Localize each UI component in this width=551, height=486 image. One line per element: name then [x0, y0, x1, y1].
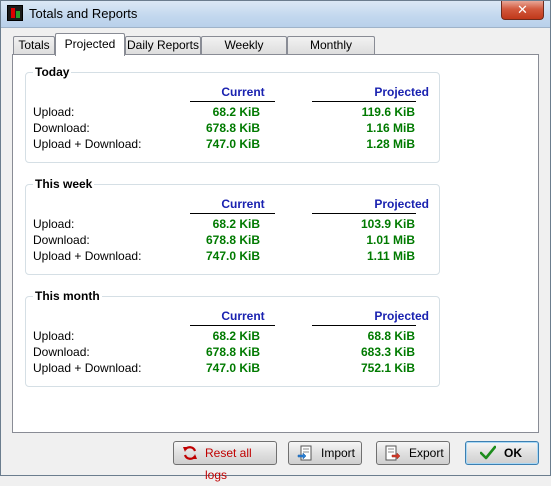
group-this-week: This week Current Projected Upload: Down…: [25, 177, 440, 275]
upload-projected-value: 103.9 KiB: [360, 217, 415, 231]
divider-line: [190, 101, 275, 102]
column-header-current: Current: [221, 197, 265, 211]
upload-projected-value: 119.6 KiB: [361, 105, 415, 119]
total-current-value: 747.0 KiB: [205, 249, 260, 263]
divider-line: [312, 325, 416, 326]
tab-daily-reports[interactable]: Daily Reports: [125, 36, 201, 55]
download-current-value: 678.8 KiB: [205, 121, 260, 135]
group-today: Today Current Projected Upload: Download…: [25, 65, 440, 163]
total-projected-value: 752.1 KiB: [360, 361, 415, 375]
total-current-value: 747.0 KiB: [205, 361, 260, 375]
row-label-upload: Upload:: [33, 217, 75, 231]
column-header-current: Current: [221, 309, 265, 323]
upload-projected-value: 68.8 KiB: [367, 329, 415, 343]
import-icon: [297, 445, 312, 461]
import-button[interactable]: Import: [288, 441, 362, 465]
reset-button-label: Reset all logs: [205, 446, 252, 482]
column-header-current: Current: [221, 85, 265, 99]
row-label-download: Download:: [33, 345, 90, 359]
upload-current-value: 68.2 KiB: [212, 105, 260, 119]
export-button-label: Export: [409, 446, 444, 460]
row-label-download: Download:: [33, 233, 90, 247]
export-button[interactable]: Export: [376, 441, 450, 465]
row-label-total: Upload + Download:: [33, 361, 142, 375]
group-title: Today: [33, 65, 72, 79]
tab-monthly-reports[interactable]: Monthly Reports: [287, 36, 375, 69]
tab-weekly-reports[interactable]: Weekly Reports: [201, 36, 287, 69]
column-header-projected: Projected: [374, 85, 429, 99]
divider-line: [312, 213, 416, 214]
checkmark-icon: [480, 445, 496, 460]
row-label-upload: Upload:: [33, 105, 75, 119]
row-label-total: Upload + Download:: [33, 249, 142, 263]
title-bar[interactable]: Totals and Reports ✕: [1, 1, 550, 28]
close-button[interactable]: ✕: [501, 1, 544, 20]
total-projected-value: 1.11 MiB: [366, 249, 415, 263]
column-header-projected: Projected: [374, 309, 429, 323]
reset-all-logs-button[interactable]: Reset all logs: [173, 441, 277, 482]
tab-totals[interactable]: Totals: [13, 36, 55, 55]
row-label-total: Upload + Download:: [33, 137, 142, 151]
group-this-month: This month Current Projected Upload: Dow…: [25, 289, 440, 387]
refresh-icon: [183, 446, 197, 460]
divider-line: [190, 213, 275, 214]
download-projected-value: 1.16 MiB: [366, 121, 415, 135]
ok-button[interactable]: OK: [465, 441, 539, 465]
row-label-upload: Upload:: [33, 329, 75, 343]
download-current-value: 678.8 KiB: [205, 345, 260, 359]
upload-current-value: 68.2 KiB: [212, 217, 260, 231]
download-current-value: 678.8 KiB: [205, 233, 260, 247]
download-projected-value: 683.3 KiB: [360, 345, 415, 359]
divider-line: [312, 101, 416, 102]
total-current-value: 747.0 KiB: [205, 137, 260, 151]
group-title: This month: [33, 289, 102, 303]
column-header-projected: Projected: [374, 197, 429, 211]
divider-line: [190, 325, 275, 326]
upload-current-value: 68.2 KiB: [212, 329, 260, 343]
tab-projected[interactable]: Projected: [55, 33, 125, 56]
total-projected-value: 1.28 MiB: [366, 137, 415, 151]
export-icon: [385, 445, 401, 461]
totals-and-reports-window: Totals and Reports ✕ Totals Projected Da…: [0, 0, 551, 482]
ok-button-label: OK: [504, 446, 522, 460]
download-projected-value: 1.01 MiB: [366, 233, 415, 247]
group-title: This week: [33, 177, 95, 191]
projected-tab-panel: Today Current Projected Upload: Download…: [12, 54, 539, 433]
app-icon: [7, 5, 23, 21]
row-label-download: Download:: [33, 121, 90, 135]
window-title: Totals and Reports: [29, 6, 138, 21]
import-button-label: Import: [321, 446, 356, 460]
